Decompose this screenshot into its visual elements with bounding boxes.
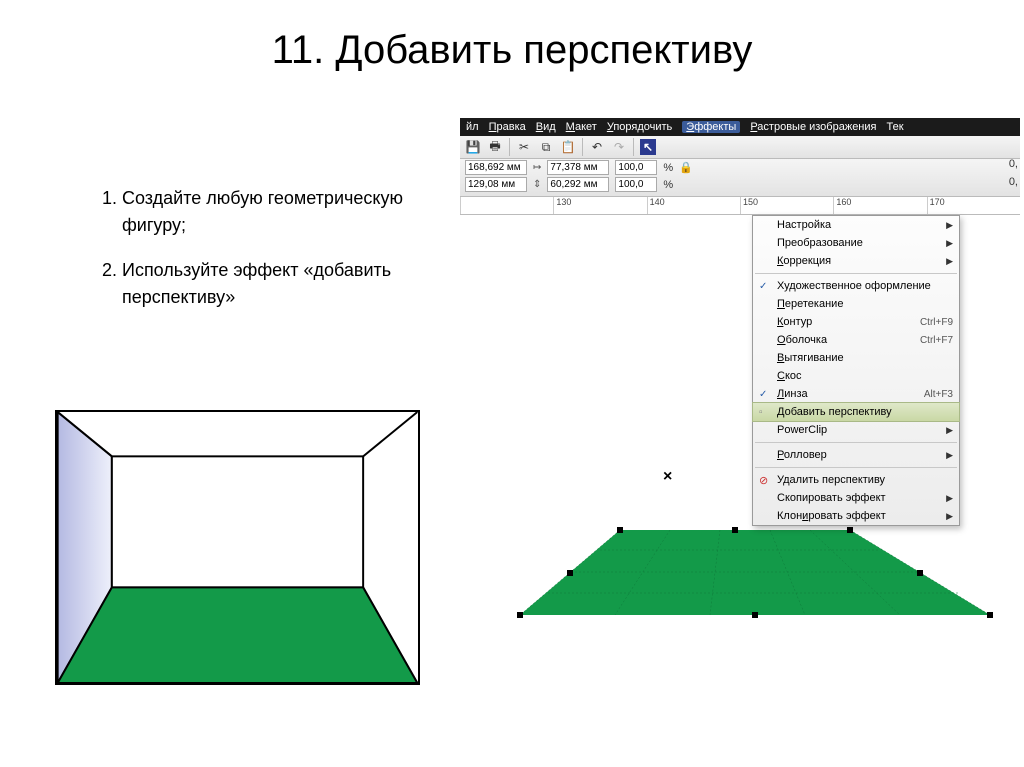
effects-dropdown: Настройка▶ Преобразование▶ Коррекция▶ Ху… [752, 215, 960, 526]
height-icon: ⇕ [533, 179, 541, 190]
undo-icon[interactable]: ↶ [589, 139, 605, 155]
menu-item-lens[interactable]: ЛинзаAlt+F3 [753, 385, 959, 403]
step-1: Создайте любую геометрическую фигуру; [122, 185, 422, 239]
menu-layout[interactable]: Макет [566, 121, 597, 133]
menu-item-bevel[interactable]: Скос [753, 367, 959, 385]
menu-item-contour[interactable]: КонтурCtrl+F9 [753, 313, 959, 331]
pct-label-2: % [663, 179, 673, 191]
menu-item-rollover[interactable]: Ролловер▶ [753, 446, 959, 464]
lock-icon[interactable]: 🔒 [679, 161, 693, 174]
x-pos-input[interactable] [465, 160, 527, 175]
menu-edit[interactable]: Правка [489, 121, 526, 133]
menu-item-clear-perspective[interactable]: Удалить перспективу [753, 471, 959, 489]
cut-icon[interactable]: ✂ [516, 139, 532, 155]
menu-item-transform[interactable]: Преобразование▶ [753, 234, 959, 252]
perspective-shape[interactable] [520, 530, 990, 615]
menu-item-clone-effect[interactable]: Клонировать эффект▶ [753, 507, 959, 525]
copy-icon[interactable]: ⧉ [538, 139, 554, 155]
app-screenshot: йл Правка Вид Макет Упорядочить Эффекты … [460, 118, 1020, 605]
property-bar: ↦ % 🔒 ⇕ % [460, 159, 1020, 197]
menu-item-add-perspective[interactable]: Добавить перспективу [752, 402, 960, 422]
menu-item-correction[interactable]: Коррекция▶ [753, 252, 959, 270]
y-pos-input[interactable] [465, 177, 527, 192]
room-perspective-illustration [55, 410, 420, 685]
horizontal-ruler: 130 140 150 160 170 [460, 197, 1020, 215]
vanishing-point-mark: × [663, 468, 672, 486]
menu-bitmaps[interactable]: Растровые изображения [750, 121, 876, 133]
slide-title: 11. Добавить перспективу [0, 0, 1024, 73]
width-input[interactable] [547, 160, 609, 175]
pct-label-1: % [663, 162, 673, 174]
menu-text[interactable]: Тек [886, 121, 903, 133]
pick-tool-icon[interactable]: ↖ [640, 139, 656, 155]
paste-icon[interactable]: 📋 [560, 139, 576, 155]
redo-icon[interactable]: ↷ [611, 139, 627, 155]
scale-y-input[interactable] [615, 177, 657, 192]
menu-item-envelope[interactable]: ОболочкаCtrl+F7 [753, 331, 959, 349]
save-icon[interactable]: 💾 [465, 139, 481, 155]
menu-item-adjust[interactable]: Настройка▶ [753, 216, 959, 234]
height-input[interactable] [547, 177, 609, 192]
menu-file-tail[interactable]: йл [466, 121, 479, 133]
menu-view[interactable]: Вид [536, 121, 556, 133]
width-icon: ↦ [533, 162, 541, 173]
scale-x-input[interactable] [615, 160, 657, 175]
instructions: Создайте любую геометрическую фигуру; Ис… [82, 185, 422, 329]
menu-item-copy-effect[interactable]: Скопировать эффект▶ [753, 489, 959, 507]
menu-item-powerclip[interactable]: PowerClip▶ [753, 421, 959, 439]
right-num-2: 0, [1009, 176, 1018, 188]
step-2: Используйте эффект «добавить перспективу… [122, 257, 422, 311]
menu-effects[interactable]: Эффекты [682, 121, 740, 133]
canvas[interactable]: Настройка▶ Преобразование▶ Коррекция▶ Ху… [460, 215, 1020, 605]
menu-arrange[interactable]: Упорядочить [607, 121, 672, 133]
standard-toolbar: 💾 🖶 ✂ ⧉ 📋 ↶ ↷ ↖ [460, 136, 1020, 159]
right-num-1: 0, [1009, 158, 1018, 170]
menu-item-blend[interactable]: Перетекание [753, 295, 959, 313]
menu-item-extrude[interactable]: Вытягивание [753, 349, 959, 367]
print-icon[interactable]: 🖶 [487, 139, 503, 155]
menu-item-artistic[interactable]: Художественное оформление [753, 277, 959, 295]
menubar: йл Правка Вид Макет Упорядочить Эффекты … [460, 118, 1020, 136]
room-svg [57, 412, 418, 683]
